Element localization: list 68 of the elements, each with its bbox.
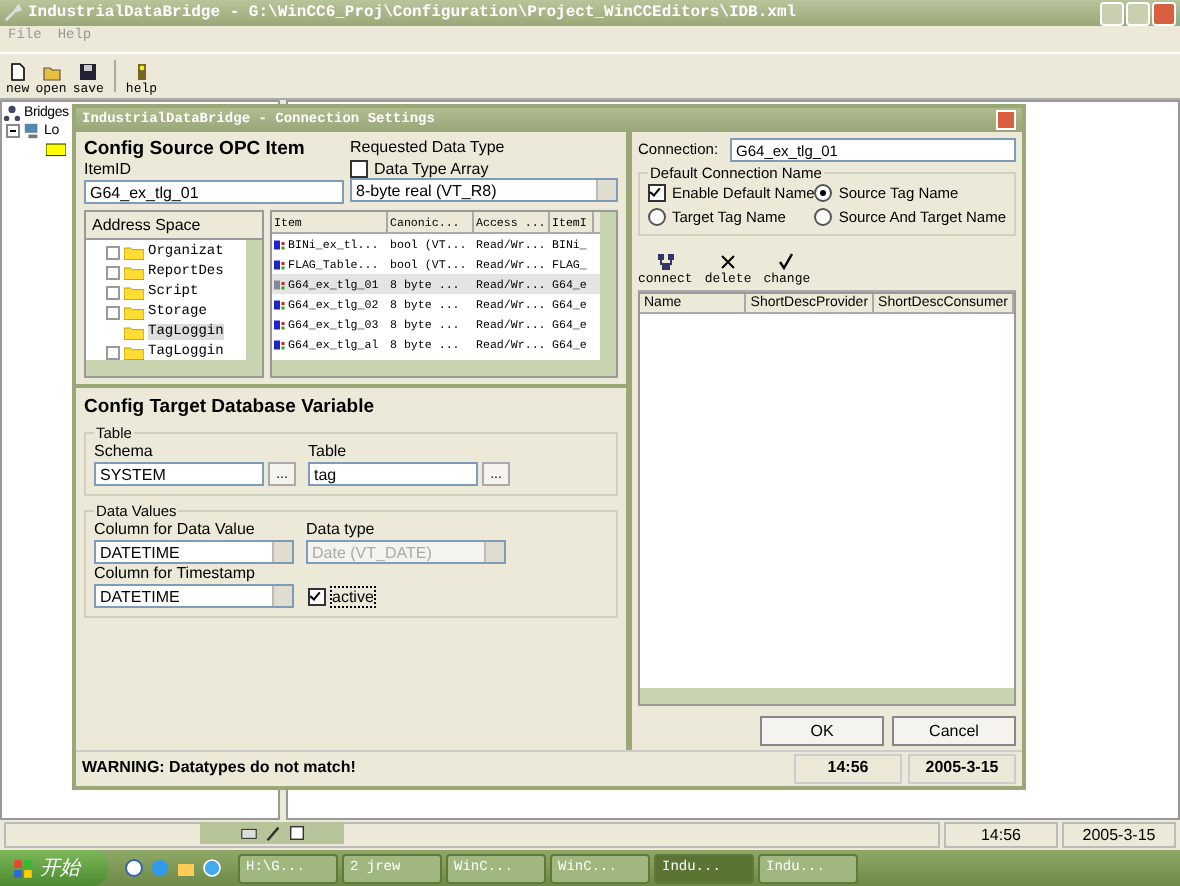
checkbox-label: Data Type Array <box>374 159 489 177</box>
expand-toggle[interactable] <box>106 305 120 319</box>
table-field[interactable]: tag <box>308 462 478 486</box>
scrollbar[interactable] <box>272 360 616 376</box>
keyboard-icon <box>240 824 258 842</box>
schema-field[interactable]: SYSTEM <box>94 462 264 486</box>
close-button[interactable] <box>996 110 1016 130</box>
field-label: Table <box>308 442 349 462</box>
radio-button[interactable] <box>814 183 833 201</box>
status-message: WARNING: Datatypes do not match! <box>82 756 358 780</box>
pen-icon <box>264 824 282 842</box>
close-icon <box>718 252 739 272</box>
network-icon <box>655 252 676 272</box>
globe-icon[interactable] <box>202 858 222 878</box>
status-time: 14:56 <box>944 822 1058 848</box>
folder-icon[interactable] <box>176 858 196 878</box>
field-label: Schema <box>94 442 155 462</box>
timestamp-dropdown[interactable]: DATETIME <box>94 584 294 608</box>
scrollbar[interactable] <box>246 240 262 360</box>
tag-icon <box>274 297 286 311</box>
field-label: Requested Data Type <box>350 138 507 158</box>
radio-button[interactable] <box>648 207 666 225</box>
tag-icon <box>274 277 286 291</box>
help-icon <box>288 824 306 842</box>
status-date: 2005-3-15 <box>908 754 1016 784</box>
tag-icon <box>274 337 286 351</box>
folder-icon <box>41 62 61 82</box>
section-heading: Config Source OPC Item <box>84 138 307 160</box>
tag-icon <box>274 317 286 331</box>
scrollbar[interactable] <box>86 360 262 376</box>
wrench-icon <box>4 4 22 22</box>
document-icon <box>7 62 28 82</box>
computer-icon <box>22 122 42 140</box>
windows-logo-icon <box>12 857 34 879</box>
close-button[interactable] <box>1152 1 1176 25</box>
field-label: Column for Data Value <box>94 520 257 540</box>
checkbox[interactable] <box>308 587 326 605</box>
expand-toggle[interactable] <box>106 245 120 259</box>
minimize-button[interactable] <box>1100 1 1124 25</box>
item-id-field[interactable]: G64_ex_tlg_01 <box>84 180 344 204</box>
panel-header: Address Space <box>86 212 262 240</box>
scrollbar[interactable] <box>640 688 1014 704</box>
folder-icon <box>46 140 66 158</box>
dialog-button[interactable]: OK <box>760 716 884 746</box>
data-value-dropdown[interactable]: DATETIME <box>94 540 294 564</box>
tag-icon <box>274 257 286 271</box>
maximize-button[interactable] <box>1126 1 1150 25</box>
scrollbar[interactable] <box>600 212 616 360</box>
expand-toggle[interactable] <box>106 265 120 279</box>
tag-icon <box>274 237 286 251</box>
checkbox[interactable] <box>648 183 666 201</box>
checkbox[interactable] <box>350 159 368 177</box>
expand-toggle[interactable] <box>106 285 120 299</box>
radio-button[interactable] <box>814 207 833 225</box>
network-icon <box>2 104 22 122</box>
field-label: Column for Timestamp <box>94 564 257 584</box>
status-time: 14:56 <box>794 754 902 784</box>
checkbox-label: active <box>332 587 374 605</box>
field-label: Data type <box>306 520 377 540</box>
data-type-dropdown[interactable]: 8-byte real (VT_R8) <box>350 178 618 202</box>
collapse-toggle[interactable] <box>6 124 20 138</box>
field-label: ItemID <box>84 160 134 180</box>
check-icon <box>776 252 797 272</box>
window-title: IndustrialDataBridge - G:\WinCC6_Proj\Configuration\Project_WinCCEditors\IDB.xml <box>28 4 799 22</box>
section-heading: Config Target Database Variable <box>84 396 377 418</box>
media-player-icon[interactable] <box>124 858 144 878</box>
status-date: 2005-3-15 <box>1062 822 1176 848</box>
dialog-button[interactable]: Cancel <box>892 716 1016 746</box>
